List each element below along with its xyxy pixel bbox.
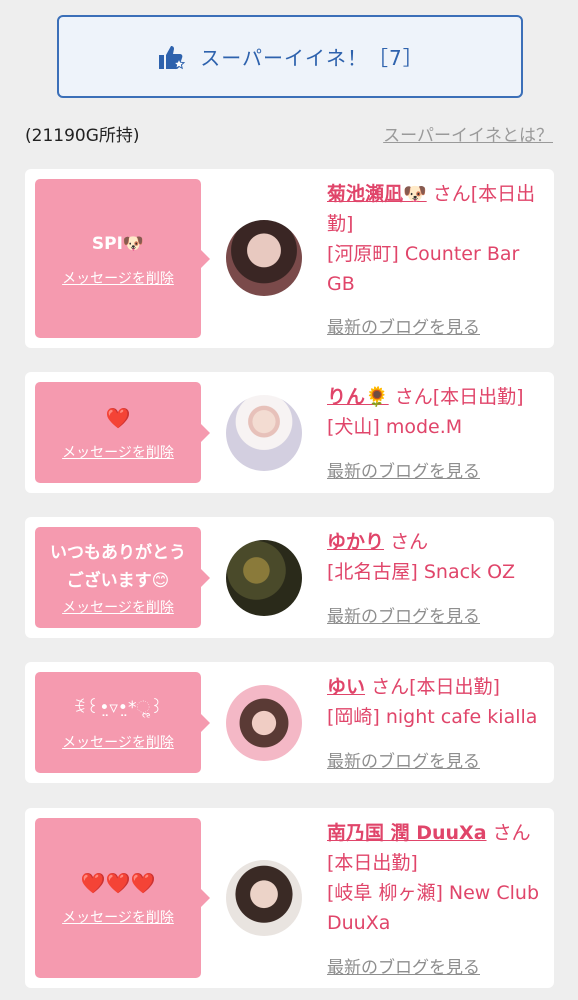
avatar[interactable] <box>226 860 302 936</box>
avatar[interactable] <box>226 395 302 471</box>
message-bubble: いつもありがとうございます😊 メッセージを削除 <box>35 527 210 628</box>
blog-link[interactable]: 最新のブログを見る <box>327 457 480 482</box>
like-card: ❤️❤️❤️ メッセージを削除 南乃国 潤 DuuXa さん[本日出勤] [岐阜… <box>25 808 554 988</box>
super-like-button[interactable]: スーパーイイネ！［7］ <box>57 15 523 98</box>
like-card: SPI🐶 メッセージを削除 菊池瀬凪🐶 さん[本日出勤] [河原町] Count… <box>25 169 554 348</box>
message-bubble: ❤️ メッセージを削除 <box>35 382 210 483</box>
about-super-like-link[interactable]: スーパーイイネとは？ <box>383 121 553 146</box>
cast-info: 南乃国 潤 DuuXa さん[本日出勤] [岐阜 柳ヶ瀬] New Club D… <box>327 818 544 938</box>
message-text: いつもありがとうございます😊 <box>50 542 186 591</box>
cast-info: ゆい さん[本日出勤] [岡崎] night cafe kialla <box>327 672 544 732</box>
cast-name-link[interactable]: ゆい <box>327 676 365 698</box>
cast-status: さん[本日出勤] <box>371 676 500 698</box>
cast-name-link[interactable]: りん🌻 <box>327 386 389 408</box>
like-card: いつもありがとうございます😊 メッセージを削除 ゆかり さん [北名古屋] Sn… <box>25 517 554 638</box>
shop-name: [犬山] mode.M <box>327 416 463 438</box>
delete-message-link[interactable]: メッセージを削除 <box>62 907 174 927</box>
delete-message-link[interactable]: メッセージを削除 <box>62 442 174 462</box>
super-like-label: スーパーイイネ！［7］ <box>200 46 424 70</box>
message-bubble: ❤️❤️❤️ メッセージを削除 <box>35 818 210 978</box>
delete-message-link[interactable]: メッセージを削除 <box>62 597 174 617</box>
avatar[interactable] <box>226 685 302 761</box>
blog-link[interactable]: 最新のブログを見る <box>327 313 480 338</box>
blog-link[interactable]: 最新のブログを見る <box>327 953 480 978</box>
message-bubble: ꉂ꒰•̤▿•̤*ૢ꒱ メッセージを削除 <box>35 672 210 773</box>
points-balance: (21190G所持) <box>25 126 140 146</box>
cast-name-link[interactable]: 菊池瀬凪🐶 <box>327 183 427 205</box>
blog-link[interactable]: 最新のブログを見る <box>327 602 480 627</box>
cast-status: さん <box>390 531 429 553</box>
message-text: ❤️❤️❤️ <box>80 871 156 895</box>
message-bubble: SPI🐶 メッセージを削除 <box>35 179 210 338</box>
cast-info: 菊池瀬凪🐶 さん[本日出勤] [河原町] Counter Bar GB <box>327 179 544 299</box>
shop-name: [岐阜 柳ヶ瀬] New Club DuuXa <box>327 882 540 934</box>
blog-link[interactable]: 最新のブログを見る <box>327 747 480 772</box>
cast-name-link[interactable]: ゆかり <box>327 531 384 553</box>
like-card: ꉂ꒰•̤▿•̤*ૢ꒱ メッセージを削除 ゆい さん[本日出勤] [岡崎] nig… <box>25 662 554 783</box>
avatar[interactable] <box>226 540 302 616</box>
message-text: ꉂ꒰•̤▿•̤*ૢ꒱ <box>72 697 164 718</box>
shop-name: [北名古屋] Snack OZ <box>327 561 516 583</box>
cast-status: さん[本日出勤] <box>394 386 524 408</box>
cast-name-link[interactable]: 南乃国 潤 DuuXa <box>327 822 487 844</box>
cast-info: りん🌻 さん[本日出勤] [犬山] mode.M <box>327 382 544 442</box>
cast-info: ゆかり さん [北名古屋] Snack OZ <box>327 527 544 587</box>
delete-message-link[interactable]: メッセージを削除 <box>62 732 174 752</box>
delete-message-link[interactable]: メッセージを削除 <box>62 268 174 288</box>
shop-name: [岡崎] night cafe kialla <box>327 706 538 728</box>
shop-name: [河原町] Counter Bar GB <box>327 243 520 295</box>
avatar[interactable] <box>226 220 302 296</box>
thumbs-up-star-icon <box>156 42 186 72</box>
message-text: SPI🐶 <box>91 233 145 254</box>
message-text: ❤️ <box>105 405 131 430</box>
like-card: ❤️ メッセージを削除 りん🌻 さん[本日出勤] [犬山] mode.M 最新の… <box>25 372 554 493</box>
